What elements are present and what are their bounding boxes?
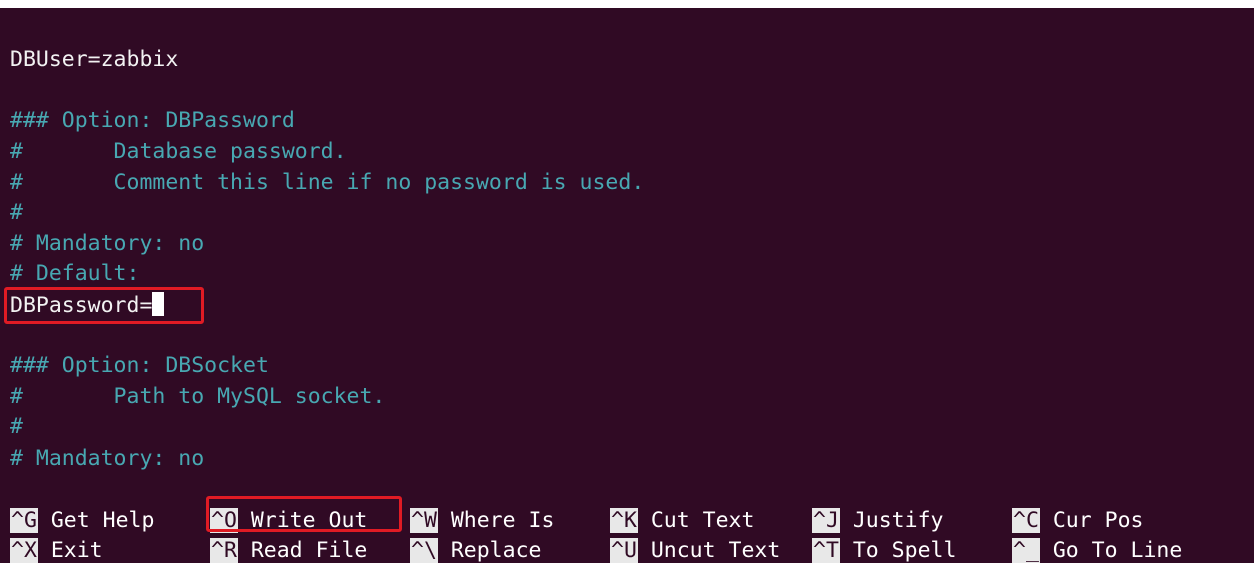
shortcut-label: Justify	[852, 508, 944, 533]
write-out-highlight-box	[206, 496, 402, 532]
shortcut-label: Replace	[450, 538, 542, 563]
shortcut-replace[interactable]: ^\ Replace	[410, 537, 541, 563]
shortcut-key: ^U	[610, 538, 638, 563]
shortcut-label: Get Help	[50, 508, 155, 533]
shortcut-label: Cut Text	[650, 508, 755, 533]
shortcut-key: ^R	[210, 538, 238, 563]
shortcut-to-spell[interactable]: ^T To Spell	[812, 537, 956, 563]
shortcut-label: Cur Pos	[1052, 508, 1144, 533]
shortcut-key: ^J	[812, 508, 840, 533]
nano-editor-terminal[interactable]: DBUser=zabbix ### Option: DBPassword # D…	[0, 8, 1254, 563]
shortcut-read-file[interactable]: ^R Read File	[210, 537, 367, 563]
config-comment-option-dbsocket[interactable]: ### Option: DBSocket	[10, 351, 269, 381]
shortcut-where-is[interactable]: ^W Where Is	[410, 507, 554, 535]
config-comment-line[interactable]: # Path to MySQL socket.	[10, 382, 385, 412]
config-comment-option-dbpassword[interactable]: ### Option: DBPassword	[10, 106, 295, 136]
config-comment-line[interactable]: # Mandatory: no	[10, 444, 204, 474]
shortcut-justify[interactable]: ^J Justify	[812, 507, 943, 535]
config-comment-line[interactable]: #	[10, 412, 23, 442]
shortcut-key: ^T	[812, 538, 840, 563]
shortcut-exit[interactable]: ^X Exit	[10, 537, 103, 563]
shortcut-go-to-line[interactable]: ^_ Go To Line	[1012, 537, 1182, 563]
shortcut-cut-text[interactable]: ^K Cut Text	[610, 507, 754, 535]
shortcut-label: Exit	[50, 538, 103, 563]
shortcut-key: ^C	[1012, 508, 1040, 533]
shortcut-key: ^W	[410, 508, 438, 533]
shortcut-label: Uncut Text	[650, 538, 781, 563]
shortcut-label: Read File	[250, 538, 368, 563]
shortcut-cur-pos[interactable]: ^C Cur Pos	[1012, 507, 1143, 535]
config-line-dbuser[interactable]: DBUser=zabbix	[10, 45, 178, 75]
shortcut-key: ^X	[10, 538, 38, 563]
config-comment-line[interactable]: # Database password.	[10, 137, 347, 167]
shortcut-uncut-text[interactable]: ^U Uncut Text	[610, 537, 780, 563]
shortcut-label: Go To Line	[1052, 538, 1183, 563]
config-comment-line[interactable]: #	[10, 198, 23, 228]
shortcut-bar-row-2: ^X Exit ^R Read File ^\ Replace ^U Uncut…	[0, 537, 1254, 563]
shortcut-key: ^G	[10, 508, 38, 533]
window-edge	[1254, 8, 1258, 563]
shortcut-label: Where Is	[450, 508, 555, 533]
config-comment-line[interactable]: # Comment this line if no password is us…	[10, 168, 644, 198]
shortcut-key: ^K	[610, 508, 638, 533]
shortcut-bar-row-1: ^G Get Help ^O Write Out ^W Where Is ^K …	[0, 507, 1254, 535]
config-comment-line[interactable]: # Mandatory: no	[10, 229, 204, 259]
shortcut-get-help[interactable]: ^G Get Help	[10, 507, 154, 535]
shortcut-key: ^_	[1012, 538, 1040, 563]
shortcut-key: ^\	[410, 538, 438, 563]
dbpassword-highlight-box	[4, 287, 204, 324]
config-comment-line[interactable]: # Default:	[10, 259, 139, 289]
shortcut-label: To Spell	[852, 538, 957, 563]
